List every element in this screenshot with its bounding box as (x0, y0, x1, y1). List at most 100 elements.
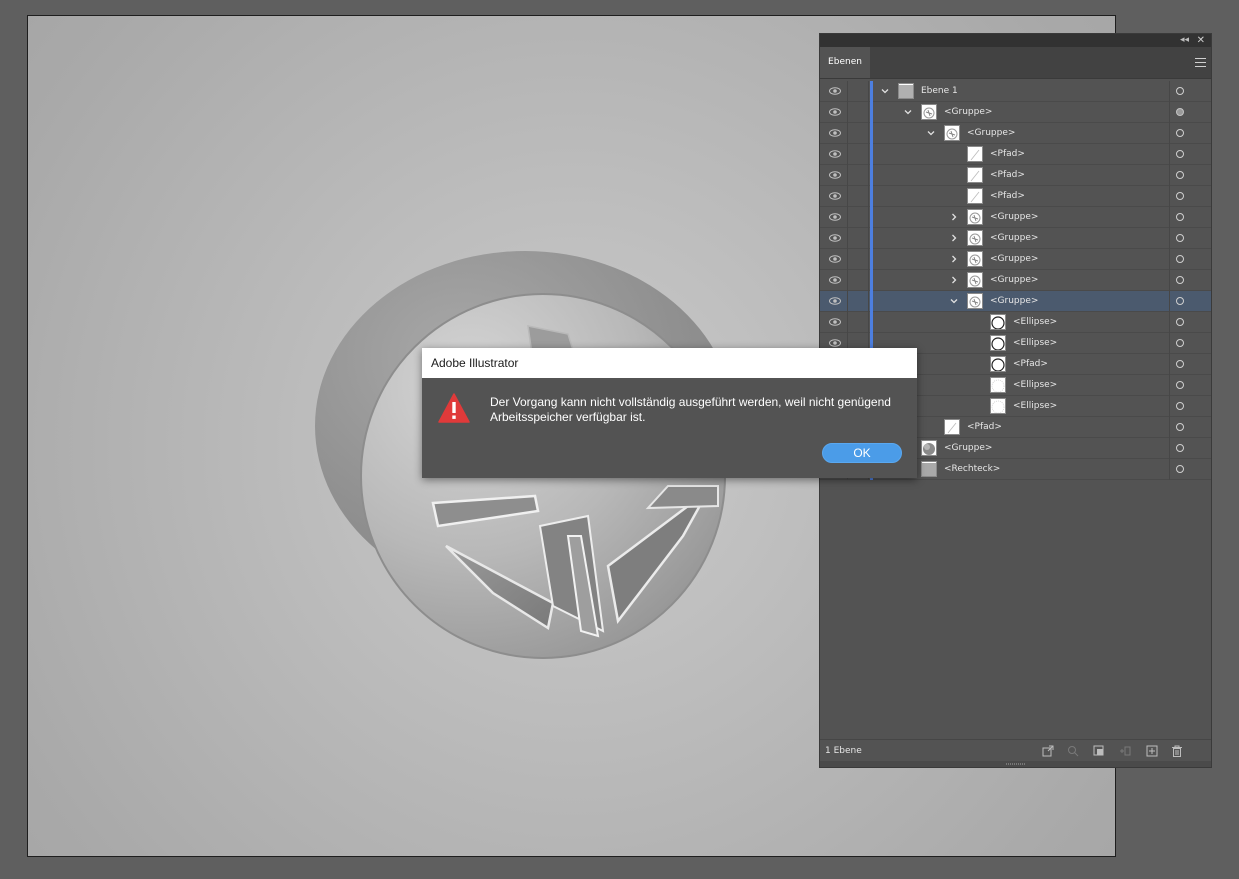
clipping-mask-icon[interactable] (1093, 745, 1105, 757)
visibility-eye-icon[interactable] (829, 171, 841, 179)
chevron-right-icon[interactable] (948, 232, 960, 244)
layer-color-bar (870, 186, 873, 207)
layer-name[interactable]: <Gruppe> (990, 249, 1038, 270)
layer-name[interactable]: <Gruppe> (990, 270, 1038, 291)
error-dialog: Adobe Illustrator Der Vorgang kann nicht… (422, 348, 917, 478)
layer-row[interactable]: <Gruppe> (820, 207, 1211, 228)
layer-name[interactable]: <Gruppe> (944, 102, 992, 123)
visibility-eye-icon[interactable] (829, 129, 841, 137)
visibility-eye-icon[interactable] (829, 150, 841, 158)
chevron-down-icon[interactable] (879, 85, 891, 97)
visibility-eye-icon[interactable] (829, 234, 841, 242)
target-circle-icon[interactable] (1176, 87, 1184, 95)
target-circle-icon[interactable] (1176, 297, 1184, 305)
layer-name[interactable]: <Pfad> (1013, 354, 1048, 375)
layer-color-bar (870, 102, 873, 123)
layer-count: 1 Ebene (825, 746, 862, 756)
target-circle-icon[interactable] (1176, 339, 1184, 347)
layer-name[interactable]: <Gruppe> (990, 291, 1038, 312)
visibility-eye-icon[interactable] (829, 108, 841, 116)
visibility-eye-icon[interactable] (829, 192, 841, 200)
visibility-eye-icon[interactable] (829, 255, 841, 263)
delete-icon[interactable] (1171, 745, 1183, 757)
layer-thumbnail (967, 230, 983, 246)
layer-row[interactable]: <Pfad> (820, 165, 1211, 186)
target-circle-icon[interactable] (1176, 318, 1184, 326)
target-circle-icon[interactable] (1176, 402, 1184, 410)
chevron-down-icon[interactable] (925, 127, 937, 139)
layer-thumbnail (921, 461, 937, 477)
layer-name[interactable]: <Gruppe> (990, 207, 1038, 228)
new-layer-icon[interactable] (1146, 745, 1158, 757)
dialog-title-bar[interactable]: Adobe Illustrator (422, 348, 917, 378)
layer-name[interactable]: Ebene 1 (921, 81, 958, 102)
panel-resize-handle[interactable] (820, 761, 1211, 767)
target-circle-icon[interactable] (1176, 192, 1184, 200)
target-circle-icon[interactable] (1176, 255, 1184, 263)
message-line: Arbeitsspeicher verfügbar ist. (490, 410, 646, 424)
layer-row[interactable]: <Gruppe> (820, 102, 1211, 123)
target-circle-icon[interactable] (1176, 171, 1184, 179)
layer-name[interactable]: <Ellipse> (1013, 312, 1057, 333)
layer-name[interactable]: <Pfad> (990, 165, 1025, 186)
panel-menu-icon[interactable] (1195, 58, 1206, 67)
layer-row[interactable]: <Ellipse> (820, 312, 1211, 333)
target-circle-icon[interactable] (1176, 465, 1184, 473)
chevron-right-icon[interactable] (948, 253, 960, 265)
visibility-eye-icon[interactable] (829, 213, 841, 221)
visibility-eye-icon[interactable] (829, 297, 841, 305)
column-divider (868, 123, 869, 144)
layer-color-bar (870, 291, 873, 312)
layer-name[interactable]: <Gruppe> (944, 438, 992, 459)
layer-row[interactable]: <Gruppe> (820, 270, 1211, 291)
layer-row[interactable]: <Gruppe> (820, 249, 1211, 270)
warning-icon (438, 393, 470, 423)
target-circle-icon[interactable] (1176, 150, 1184, 158)
target-circle-icon[interactable] (1176, 108, 1184, 116)
target-circle-icon[interactable] (1176, 276, 1184, 284)
chevron-down-icon[interactable] (902, 106, 914, 118)
layer-row[interactable]: <Gruppe> (820, 123, 1211, 144)
chevron-right-icon[interactable] (948, 211, 960, 223)
chevron-right-icon[interactable] (948, 274, 960, 286)
layer-row[interactable]: <Pfad> (820, 186, 1211, 207)
visibility-eye-icon[interactable] (829, 318, 841, 326)
target-circle-icon[interactable] (1176, 213, 1184, 221)
target-circle-icon[interactable] (1176, 234, 1184, 242)
visibility-eye-icon[interactable] (829, 87, 841, 95)
layer-row[interactable]: <Gruppe> (820, 228, 1211, 249)
visibility-eye-icon[interactable] (829, 276, 841, 284)
close-icon[interactable]: ✕ (1197, 34, 1205, 47)
layer-row[interactable]: <Gruppe> (820, 291, 1211, 312)
layer-name[interactable]: <Pfad> (990, 144, 1025, 165)
column-divider (1169, 249, 1170, 270)
panel-title-bar[interactable]: ◂◂ ✕ (820, 34, 1211, 47)
tab-layers[interactable]: Ebenen (820, 47, 870, 78)
target-circle-icon[interactable] (1176, 444, 1184, 452)
layer-name[interactable]: <Ellipse> (1013, 396, 1057, 417)
ok-button[interactable]: OK (822, 443, 902, 463)
target-circle-icon[interactable] (1176, 381, 1184, 389)
layer-row[interactable]: <Pfad> (820, 144, 1211, 165)
target-circle-icon[interactable] (1176, 360, 1184, 368)
target-circle-icon[interactable] (1176, 129, 1184, 137)
new-sublayer-icon[interactable] (1119, 745, 1131, 757)
layer-name[interactable]: <Pfad> (990, 186, 1025, 207)
chevron-down-icon[interactable] (948, 295, 960, 307)
export-icon[interactable] (1042, 745, 1054, 757)
layer-name[interactable]: <Ellipse> (1013, 375, 1057, 396)
layer-name[interactable]: <Rechteck> (944, 459, 1000, 480)
column-divider (1169, 291, 1170, 312)
target-circle-icon[interactable] (1176, 423, 1184, 431)
layer-color-bar (870, 165, 873, 186)
column-divider (1169, 333, 1170, 354)
column-divider (1169, 270, 1170, 291)
layer-name[interactable]: <Pfad> (967, 417, 1002, 438)
visibility-eye-icon[interactable] (829, 339, 841, 347)
layer-row[interactable]: Ebene 1 (820, 81, 1211, 102)
layer-name[interactable]: <Gruppe> (990, 228, 1038, 249)
layer-name[interactable]: <Gruppe> (967, 123, 1015, 144)
search-icon[interactable] (1067, 745, 1079, 757)
collapse-panel-icon[interactable]: ◂◂ (1180, 34, 1189, 47)
layer-name[interactable]: <Ellipse> (1013, 333, 1057, 354)
